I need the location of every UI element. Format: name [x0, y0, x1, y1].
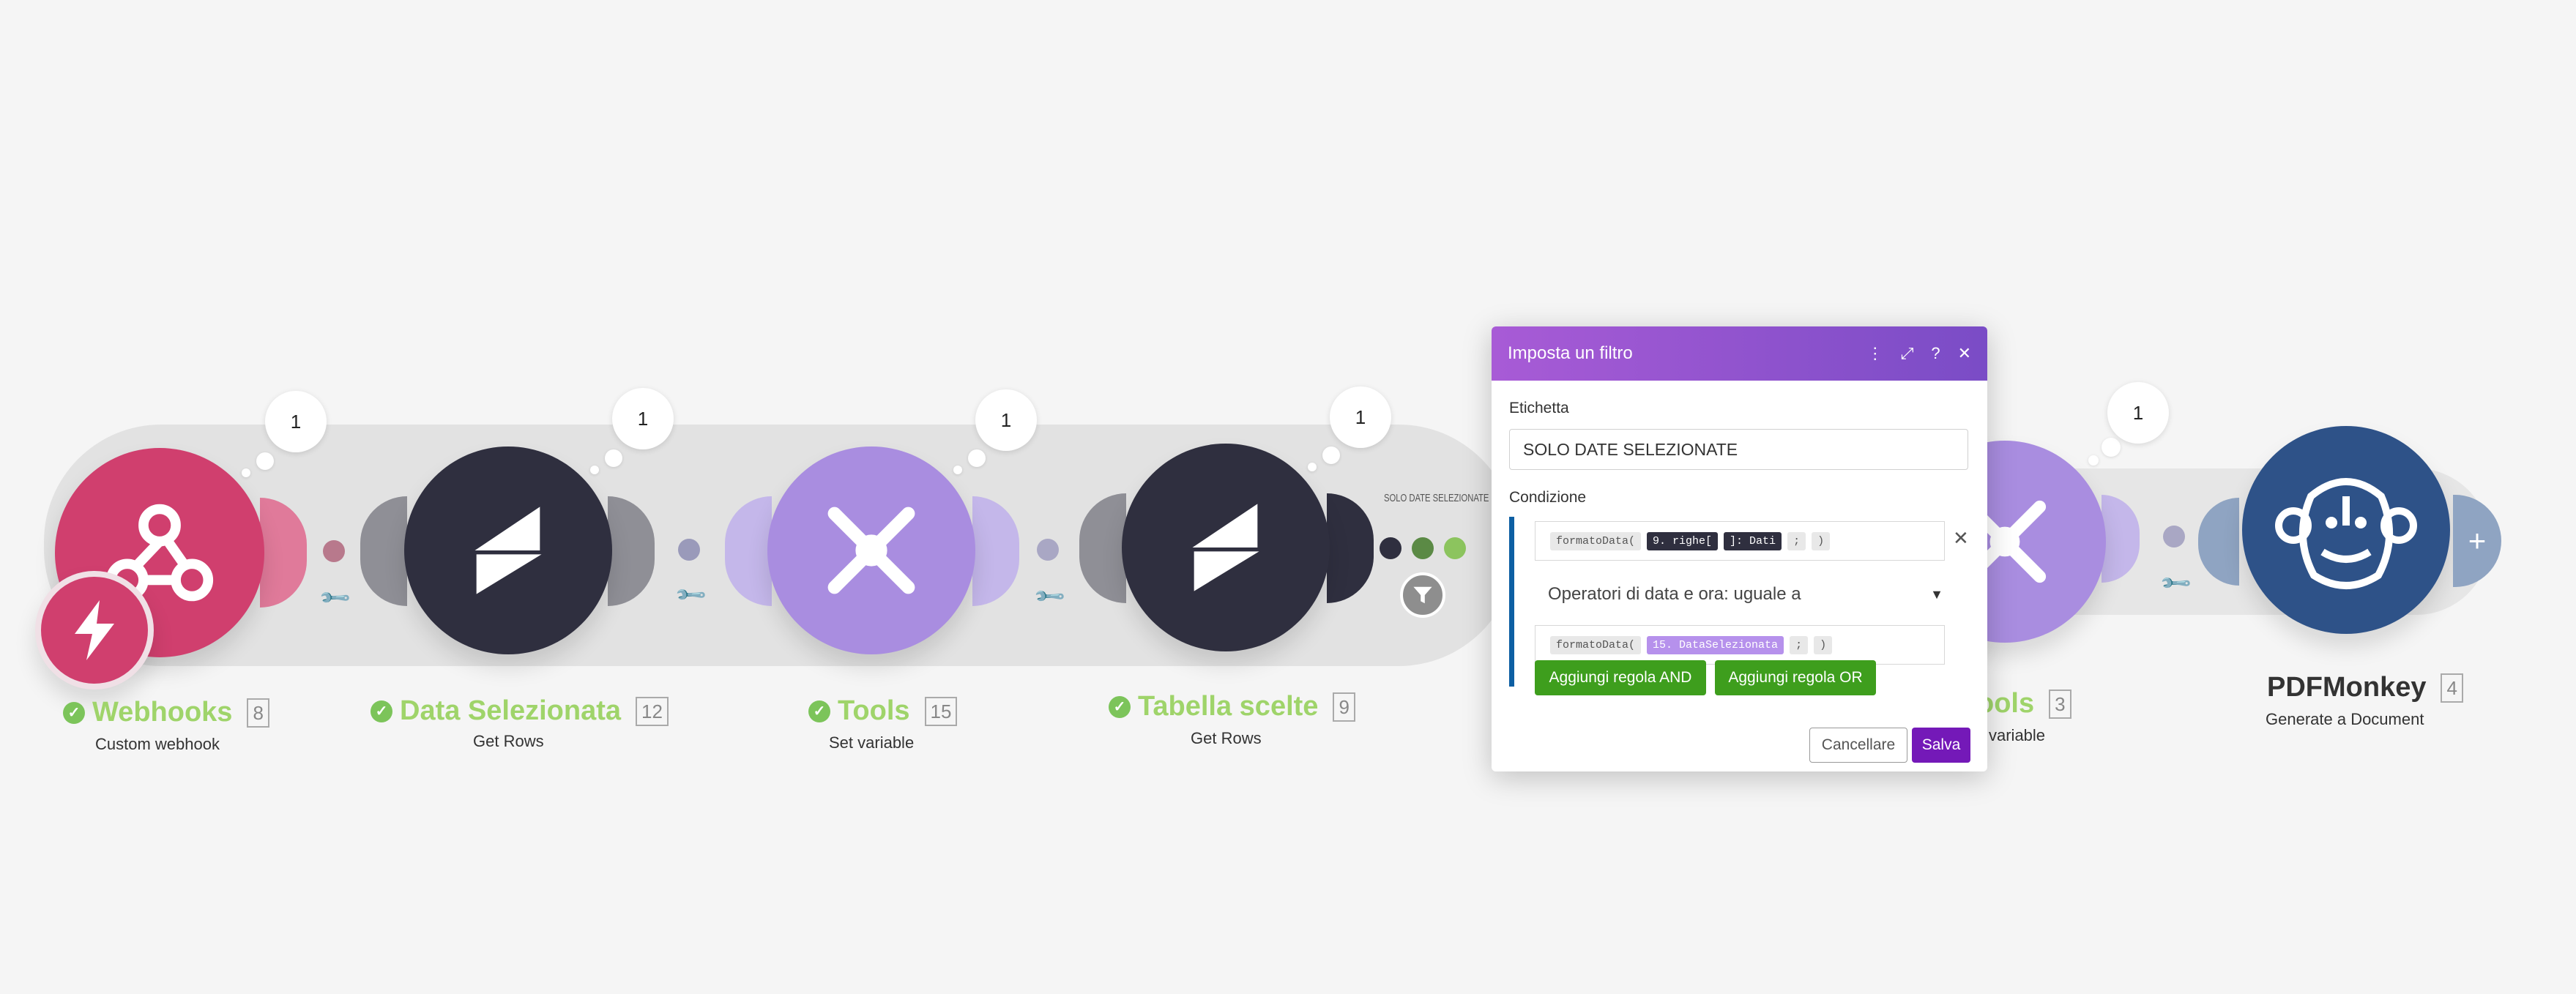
instant-trigger-icon: [35, 571, 154, 690]
route-dot: [1037, 539, 1059, 561]
route-dot: [1380, 537, 1401, 559]
check-icon: ✓: [371, 700, 392, 722]
module-subtitle: Set variable: [829, 733, 915, 752]
help-icon[interactable]: ?: [1931, 344, 1940, 363]
module-title[interactable]: PDFMonkey 4: [2267, 672, 2463, 703]
condition-block: formatoData( 9. righe[ ]: Dati ; ) Opera…: [1509, 517, 1954, 695]
module-subtitle: variable: [1989, 726, 2046, 744]
google-sheets-icon: [1122, 444, 1330, 651]
module-title[interactable]: ✓ Webhooks 8: [63, 697, 269, 728]
operation-bubble[interactable]: 1: [1330, 386, 1391, 448]
dialog-header: Imposta un filtro ⋮ ⤢ ? ✕: [1492, 326, 1987, 381]
operation-bubble[interactable]: 1: [612, 388, 674, 449]
add-or-rule-button[interactable]: Aggiungi regola OR: [1715, 660, 1876, 695]
operator-select[interactable]: Operatori di data e ora: uguale a ▼: [1548, 584, 1943, 605]
route-filter-label[interactable]: SOLO DATE SELEZIONATE: [1384, 492, 1489, 504]
tools-icon: [767, 446, 975, 654]
add-module-button[interactable]: +: [2453, 495, 2501, 587]
pdfmonkey-icon: [2242, 426, 2450, 634]
chevron-down-icon: ▼: [1930, 586, 1943, 602]
condition-field-b[interactable]: formatoData( 15. DataSelezionata ; ): [1535, 625, 1945, 665]
route-dot: [678, 539, 700, 561]
check-icon: ✓: [808, 700, 830, 722]
condition-field-a[interactable]: formatoData( 9. righe[ ]: Dati ; ): [1535, 521, 1945, 561]
cancel-button[interactable]: Cancellare: [1809, 728, 1907, 763]
module-subtitle: Custom webhook: [95, 735, 220, 753]
operation-bubble[interactable]: 1: [2107, 382, 2169, 444]
google-sheets-icon: [404, 446, 612, 654]
module-title[interactable]: ools 3: [1977, 688, 2071, 720]
module-subtitle: Generate a Document: [2266, 710, 2424, 728]
module-subtitle: Get Rows: [473, 732, 544, 750]
route-dot: [323, 540, 345, 562]
label-caption: Etichetta: [1509, 400, 1569, 416]
check-icon: ✓: [1109, 695, 1131, 718]
operation-bubble[interactable]: 1: [265, 391, 327, 452]
module-title[interactable]: ✓ Data Selezionata 12: [371, 695, 669, 727]
module-subtitle: Get Rows: [1191, 729, 1262, 747]
more-icon[interactable]: ⋮: [1867, 344, 1883, 363]
filter-icon[interactable]: [1400, 572, 1445, 618]
dialog-title: Imposta un filtro: [1508, 343, 1633, 363]
label-input[interactable]: SOLO DATE SELEZIONATE: [1509, 429, 1968, 470]
route-dot: [2163, 526, 2185, 548]
close-icon[interactable]: ✕: [1958, 344, 1971, 363]
condition-caption: Condizione: [1509, 489, 1587, 506]
remove-condition-icon[interactable]: ✕: [1953, 527, 1969, 550]
save-button[interactable]: Salva: [1912, 728, 1970, 763]
operation-bubble[interactable]: 1: [975, 389, 1037, 451]
add-and-rule-button[interactable]: Aggiungi regola AND: [1535, 660, 1706, 695]
route-dot: [1444, 537, 1466, 559]
filter-dialog: Imposta un filtro ⋮ ⤢ ? ✕ Etichetta SOLO…: [1492, 326, 1987, 771]
module-title[interactable]: ✓ Tabella scelte 9: [1109, 691, 1355, 722]
module-title[interactable]: ✓ Tools 15: [808, 695, 958, 727]
check-icon: ✓: [63, 701, 85, 724]
route-dot: [1412, 537, 1434, 559]
expand-icon[interactable]: ⤢: [1901, 344, 1914, 363]
